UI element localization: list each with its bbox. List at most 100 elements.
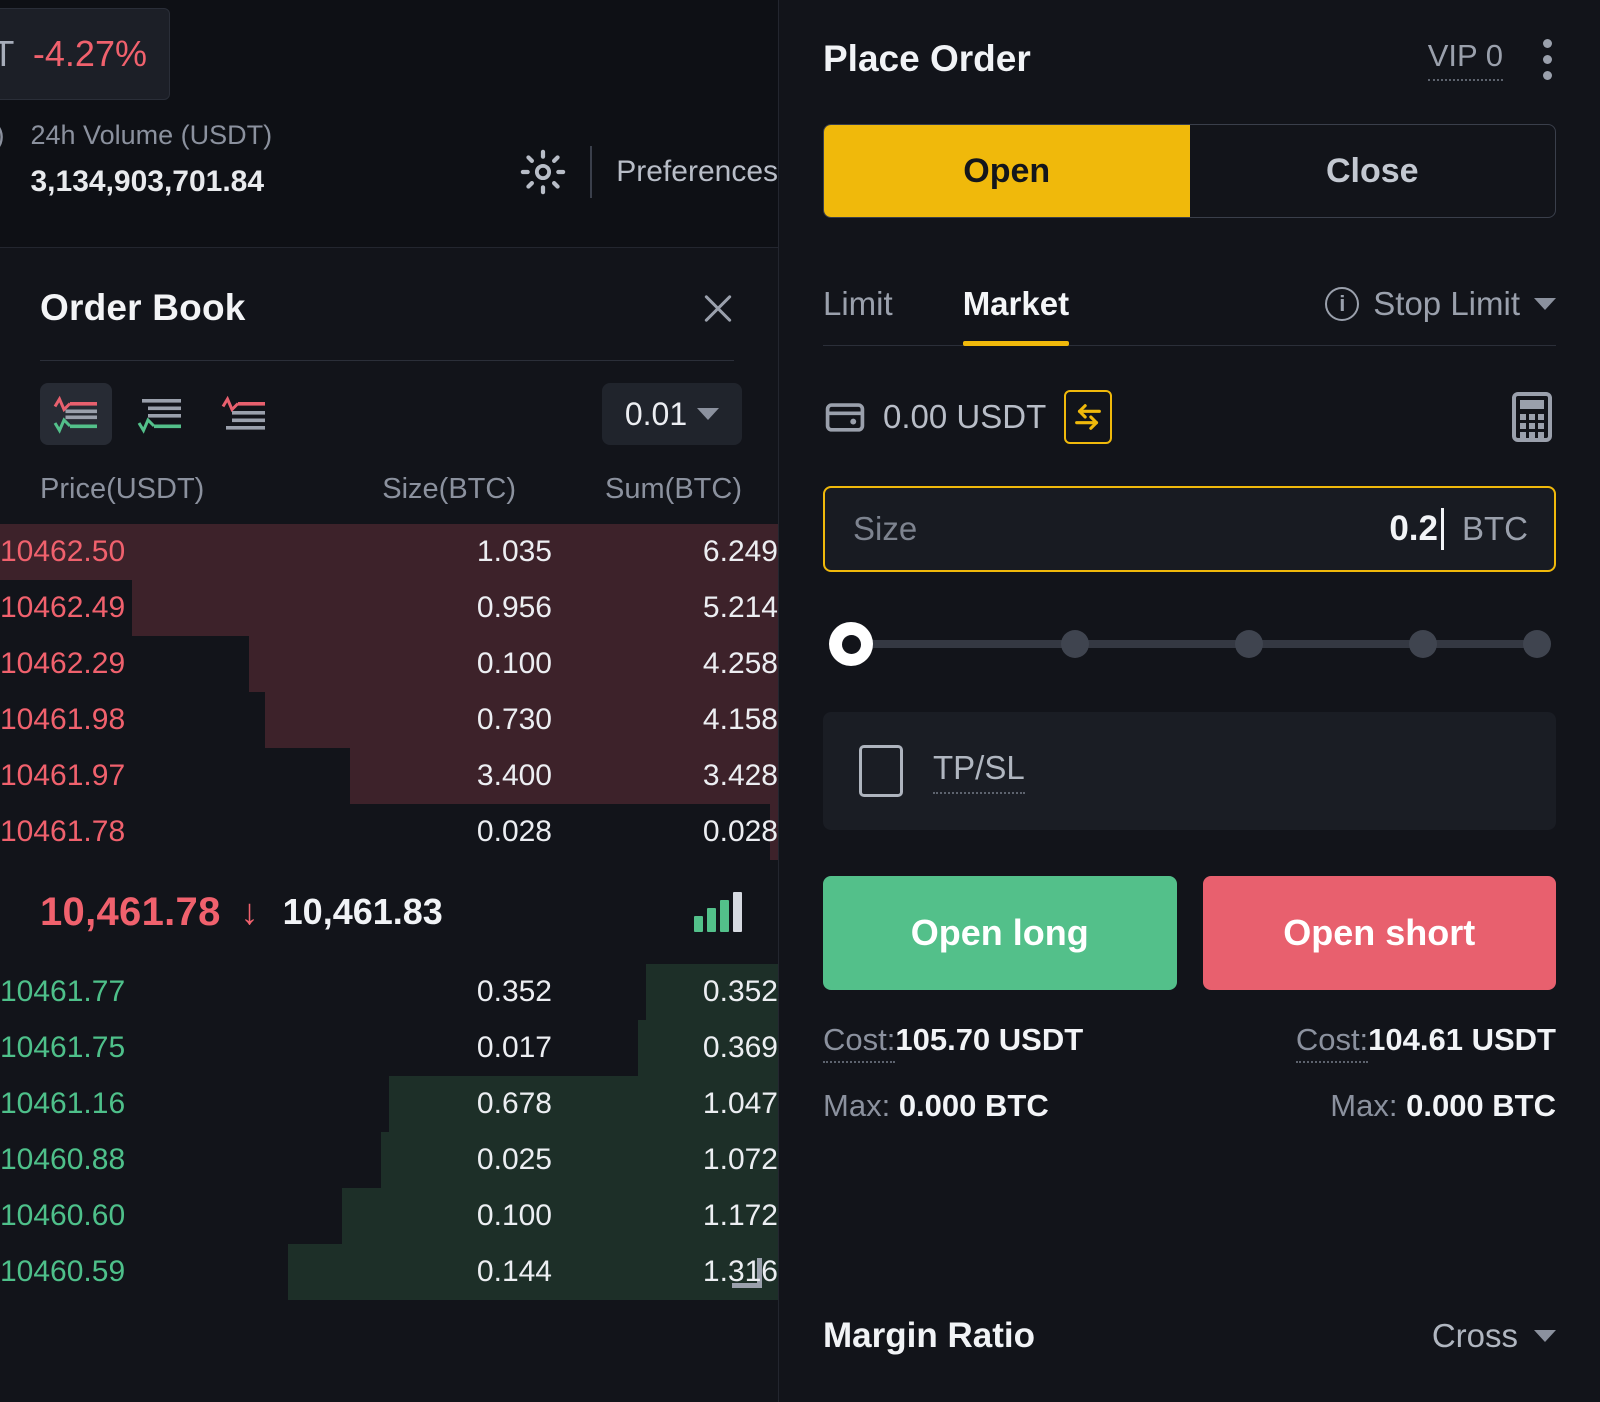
row-size: 1.035 bbox=[330, 535, 578, 569]
tpsl-label[interactable]: TP/SL bbox=[933, 749, 1025, 794]
row-size: 0.028 bbox=[330, 815, 578, 849]
chevron-down-icon bbox=[1534, 1330, 1556, 1342]
order-book-row[interactable]: 10462.290.1004.258 bbox=[0, 636, 778, 692]
balance-row: 0.00 USDT bbox=[823, 386, 1556, 448]
tab-market[interactable]: Market bbox=[963, 285, 1069, 345]
slider-tick-1[interactable] bbox=[1061, 630, 1089, 658]
transfer-swap-icon[interactable] bbox=[1064, 390, 1112, 444]
sun-icon[interactable] bbox=[520, 149, 566, 195]
row-sum: 1.172 bbox=[578, 1199, 778, 1233]
row-sum: 6.249 bbox=[578, 535, 778, 569]
order-book-row[interactable]: 10460.590.1441.316 bbox=[0, 1244, 778, 1300]
column-sum: Sum(BTC) bbox=[542, 473, 742, 506]
cost-long: Cost:105.70 USDT bbox=[823, 1022, 1177, 1058]
tpsl-checkbox[interactable] bbox=[859, 745, 903, 797]
size-value-wrap: 0.2 bbox=[1389, 508, 1444, 550]
place-order-panel: Place Order VIP 0 Open Close Limit Marke… bbox=[779, 0, 1600, 1402]
ticker-strip: DT -4.27% e (BTC) 5 24h Volume (USDT) 3,… bbox=[0, 0, 778, 248]
slider-handle[interactable] bbox=[829, 622, 873, 666]
size-value: 0.2 bbox=[1389, 509, 1438, 549]
row-price: 10460.59 bbox=[0, 1255, 330, 1289]
place-order-header: Place Order VIP 0 bbox=[823, 0, 1556, 118]
row-sum: 0.028 bbox=[578, 815, 778, 849]
row-price: 10461.77 bbox=[0, 975, 330, 1009]
stat-24h-volume: 24h Volume (USDT) 3,134,903,701.84 bbox=[31, 120, 273, 199]
pair-selector[interactable]: DT -4.27% bbox=[0, 8, 170, 100]
stat-value: 3,134,903,701.84 bbox=[31, 165, 273, 199]
tab-stop-limit[interactable]: i Stop Limit bbox=[1325, 285, 1556, 345]
cost-short-line: Cost:104.61 USDT bbox=[1296, 1022, 1556, 1063]
tick-size-select[interactable]: 0.01 bbox=[602, 383, 742, 445]
order-book-row[interactable]: 10461.160.6781.047 bbox=[0, 1076, 778, 1132]
order-book-row[interactable]: 10462.490.9565.214 bbox=[0, 580, 778, 636]
order-book-title: Order Book bbox=[40, 287, 246, 329]
order-book-row[interactable]: 10460.600.1001.172 bbox=[0, 1188, 778, 1244]
row-price: 10462.49 bbox=[0, 591, 330, 625]
row-sum: 4.158 bbox=[578, 703, 778, 737]
cost-long-value: 105.70 USDT bbox=[895, 1022, 1083, 1057]
max-short: Max: 0.000 BTC bbox=[1203, 1088, 1557, 1124]
row-size: 0.025 bbox=[330, 1143, 578, 1177]
row-sum: 3.428 bbox=[578, 759, 778, 793]
order-actions: Open long Open short bbox=[823, 876, 1556, 990]
order-book-row[interactable]: 10461.980.7304.158 bbox=[0, 692, 778, 748]
row-size: 0.678 bbox=[330, 1087, 578, 1121]
size-slider[interactable] bbox=[823, 616, 1556, 670]
bid-rows: 10461.770.3520.35210461.750.0170.3691046… bbox=[0, 964, 778, 1300]
order-book-row[interactable]: 10462.501.0356.249 bbox=[0, 524, 778, 580]
open-short-button[interactable]: Open short bbox=[1203, 876, 1557, 990]
order-book-row[interactable]: 10461.770.3520.352 bbox=[0, 964, 778, 1020]
stat-label: e (BTC) bbox=[0, 120, 5, 151]
order-book: Order Book bbox=[0, 248, 778, 1300]
close-icon[interactable] bbox=[694, 284, 742, 332]
stat-label: 24h Volume (USDT) bbox=[31, 120, 273, 151]
row-sum: 1.047 bbox=[578, 1087, 778, 1121]
tick-size-value: 0.01 bbox=[625, 396, 687, 433]
preferences-link[interactable]: Preferences bbox=[616, 155, 778, 189]
slider-tick-2[interactable] bbox=[1235, 630, 1263, 658]
signal-bars-icon[interactable] bbox=[694, 892, 742, 932]
row-size: 0.352 bbox=[330, 975, 578, 1009]
size-placeholder: Size bbox=[853, 510, 917, 548]
kebab-menu-icon[interactable] bbox=[1539, 35, 1556, 84]
order-book-row[interactable]: 10461.973.4003.428 bbox=[0, 748, 778, 804]
margin-mode-value: Cross bbox=[1432, 1317, 1518, 1355]
max-long-label: Max: bbox=[823, 1088, 890, 1123]
vip-badge[interactable]: VIP 0 bbox=[1428, 38, 1503, 81]
view-mode-asks-button[interactable] bbox=[208, 383, 280, 445]
row-price: 10461.75 bbox=[0, 1031, 330, 1065]
margin-mode-select[interactable]: Cross bbox=[1432, 1317, 1556, 1355]
calculator-icon[interactable] bbox=[1508, 389, 1556, 445]
cost-short-value: 104.61 USDT bbox=[1368, 1022, 1556, 1057]
row-price: 10462.50 bbox=[0, 535, 330, 569]
order-book-row[interactable]: 10460.880.0251.072 bbox=[0, 1132, 778, 1188]
tab-close[interactable]: Close bbox=[1190, 125, 1556, 217]
order-book-row[interactable]: 10461.750.0170.369 bbox=[0, 1020, 778, 1076]
margin-ratio-title: Margin Ratio bbox=[823, 1316, 1035, 1356]
view-mode-both-button[interactable] bbox=[40, 383, 112, 445]
max-row: Max: 0.000 BTC Max: 0.000 BTC bbox=[823, 1088, 1556, 1124]
column-size: Size(BTC) bbox=[370, 473, 542, 506]
cost-short-label: Cost: bbox=[1296, 1022, 1368, 1063]
tab-stop-limit-label: Stop Limit bbox=[1373, 285, 1520, 323]
chevron-down-icon bbox=[697, 408, 719, 420]
wallet-icon bbox=[823, 395, 867, 439]
ask-rows: 10462.501.0356.24910462.490.9565.2141046… bbox=[0, 524, 778, 860]
row-price: 10460.60 bbox=[0, 1199, 330, 1233]
last-price: 10,461.78 bbox=[40, 890, 221, 935]
row-price: 10461.97 bbox=[0, 759, 330, 793]
order-book-row[interactable]: 10461.780.0280.028 bbox=[0, 804, 778, 860]
slider-tick-4[interactable] bbox=[1523, 630, 1551, 658]
order-book-header: Order Book bbox=[0, 248, 778, 332]
size-input[interactable]: Size 0.2 BTC bbox=[823, 486, 1556, 572]
row-size: 3.400 bbox=[330, 759, 578, 793]
row-price: 10461.78 bbox=[0, 815, 330, 849]
view-mode-bids-button[interactable] bbox=[124, 383, 196, 445]
tab-open[interactable]: Open bbox=[824, 125, 1190, 217]
header-actions: VIP 0 bbox=[1428, 35, 1556, 84]
open-long-button[interactable]: Open long bbox=[823, 876, 1177, 990]
tab-limit[interactable]: Limit bbox=[823, 285, 893, 345]
row-price: 10461.98 bbox=[0, 703, 330, 737]
mark-price: 10,461.83 bbox=[283, 891, 443, 933]
slider-tick-3[interactable] bbox=[1409, 630, 1437, 658]
